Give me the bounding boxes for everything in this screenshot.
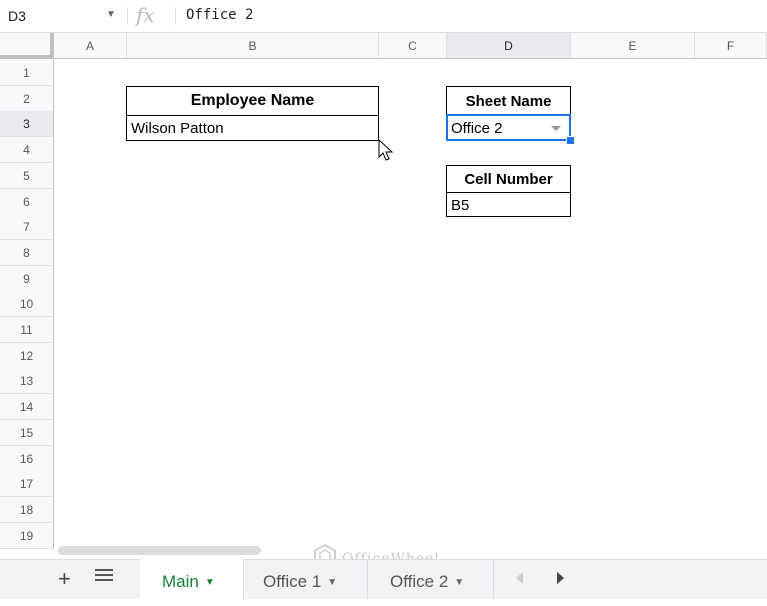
row-header-18[interactable]: 18 (0, 496, 54, 523)
column-header-e[interactable]: E (571, 33, 695, 59)
name-box-value: D3 (8, 8, 26, 24)
formula-bar-divider (175, 7, 176, 25)
tab-main[interactable]: Main ▼ (140, 559, 244, 599)
cell-number-header: Cell Number (447, 166, 570, 193)
row-header-17[interactable]: 17 (0, 471, 54, 498)
column-header-d[interactable]: D (447, 33, 571, 59)
name-box[interactable]: D3 ▼ (0, 0, 124, 32)
row-header-10[interactable]: 10 (0, 291, 54, 318)
add-sheet-button[interactable]: + (58, 566, 71, 592)
employee-name-value[interactable]: Wilson Patton (131, 120, 224, 137)
tab-office-1[interactable]: Office 1 ▼ (244, 559, 368, 599)
tab-label: Office 1 (263, 572, 322, 591)
tab-dropdown-icon[interactable]: ▼ (327, 577, 337, 588)
employee-name-table: Employee Name Wilson Patton (126, 86, 379, 141)
cell-number-value[interactable]: B5 (451, 197, 469, 214)
cell-number-table: Cell Number B5 (446, 165, 571, 217)
fill-handle[interactable] (566, 136, 575, 145)
all-sheets-menu-icon[interactable] (95, 569, 113, 585)
row-header-19[interactable]: 19 (0, 522, 54, 549)
row-header-15[interactable]: 15 (0, 419, 54, 446)
row-header-7[interactable]: 7 (0, 214, 54, 241)
row-header-13[interactable]: 13 (0, 368, 54, 395)
row-header-9[interactable]: 9 (0, 265, 54, 292)
row-header-1[interactable]: 1 (0, 60, 54, 86)
chevron-right-icon[interactable] (557, 572, 564, 584)
formula-bar: D3 ▼ fx Office 2 (0, 0, 767, 33)
select-all-corner[interactable] (0, 33, 54, 59)
formula-input[interactable]: Office 2 (186, 7, 253, 23)
row-header-16[interactable]: 16 (0, 445, 54, 472)
row-header-2[interactable]: 2 (0, 85, 54, 112)
row-header-8[interactable]: 8 (0, 239, 54, 266)
row-header-5[interactable]: 5 (0, 162, 54, 189)
row-header-12[interactable]: 12 (0, 342, 54, 369)
fx-icon: fx (136, 3, 155, 27)
tab-dropdown-icon[interactable]: ▼ (454, 577, 464, 588)
row-header-4[interactable]: 4 (0, 137, 54, 164)
column-header-b[interactable]: B (127, 33, 379, 59)
sheet-name-header: Sheet Name (447, 87, 570, 116)
horizontal-scrollbar-thumb[interactable] (58, 546, 261, 555)
tab-label: Office 2 (390, 572, 449, 591)
chevron-left-icon[interactable] (516, 572, 523, 584)
formula-bar-divider (127, 7, 128, 25)
column-header-f[interactable]: F (695, 33, 767, 59)
row-header-3[interactable]: 3 (0, 111, 54, 138)
column-header-a[interactable]: A (54, 33, 127, 59)
row-header-14[interactable]: 14 (0, 394, 54, 421)
tab-label: Main (162, 572, 199, 591)
name-box-dropdown-icon[interactable]: ▼ (106, 9, 116, 20)
employee-name-header: Employee Name (127, 87, 378, 116)
row-header-6[interactable]: 6 (0, 188, 54, 215)
column-header-c[interactable]: C (379, 33, 447, 59)
tab-dropdown-icon[interactable]: ▼ (205, 577, 215, 588)
row-header-11[interactable]: 11 (0, 317, 54, 343)
dropdown-arrow-icon[interactable] (551, 126, 561, 131)
mouse-cursor-icon (378, 139, 394, 161)
tab-office-2[interactable]: Office 2 ▼ (368, 559, 494, 599)
